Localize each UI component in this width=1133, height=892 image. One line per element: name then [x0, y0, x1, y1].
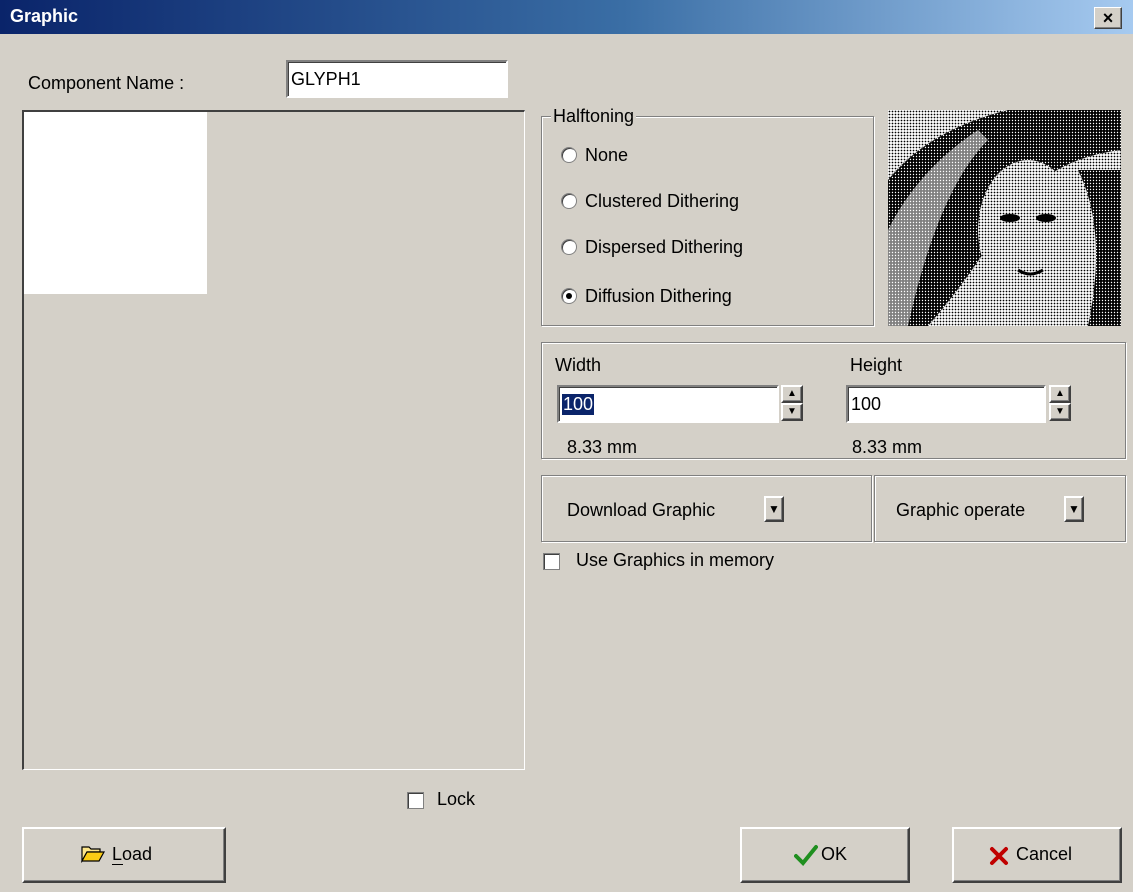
download-graphic-button[interactable]: Download Graphic ▼ [557, 494, 785, 526]
spin-up-icon: ▲ [787, 388, 797, 399]
operate-dropdown-arrow[interactable]: ▼ [1064, 496, 1084, 522]
folder-open-icon [80, 843, 106, 868]
lock-checkbox[interactable] [407, 792, 424, 809]
graphic-preview-panel [22, 110, 525, 770]
radio-none[interactable] [561, 147, 577, 163]
radio-clustered[interactable] [561, 193, 577, 209]
checkmark-icon [794, 844, 818, 871]
download-dropdown-arrow[interactable]: ▼ [764, 496, 784, 522]
width-mm: 8.33 mm [567, 437, 638, 457]
height-value: 100 [851, 394, 882, 414]
graphic-operate-label: Graphic operate [896, 500, 1026, 520]
radio-diffusion-label: Diffusion Dithering [585, 286, 732, 306]
spin-down-icon: ▼ [787, 406, 797, 417]
use-graphics-memory-label: Use Graphics in memory [576, 550, 775, 570]
height-spin-down[interactable]: ▼ [1049, 403, 1071, 421]
load-mnemonic-underline [112, 864, 123, 865]
x-mark-icon [989, 846, 1009, 871]
graphic-preview-canvas [24, 112, 207, 294]
chevron-down-icon: ▼ [1068, 502, 1080, 516]
title-bar: Graphic × [0, 0, 1133, 34]
lock-text: Lock [437, 789, 476, 809]
graphic-operate-button[interactable]: Graphic operate ▼ [888, 494, 1086, 526]
chevron-down-icon: ▼ [768, 502, 780, 516]
halftoning-legend: Halftoning [551, 106, 637, 127]
height-spin-up[interactable]: ▲ [1049, 385, 1071, 403]
width-label: Width [555, 355, 602, 375]
width-spin-down[interactable]: ▼ [781, 403, 803, 421]
halftone-sample-svg [888, 110, 1121, 326]
close-button[interactable]: × [1094, 7, 1122, 29]
width-input[interactable]: 100 [557, 385, 779, 423]
width-spin-up[interactable]: ▲ [781, 385, 803, 403]
radio-dispersed-label: Dispersed Dithering [585, 237, 744, 257]
spin-down-icon: ▼ [1055, 406, 1065, 417]
download-graphic-label: Download Graphic [567, 500, 716, 520]
component-name-label: Component Name : [28, 73, 185, 93]
radio-dispersed[interactable] [561, 239, 577, 255]
component-name-input[interactable] [286, 60, 508, 98]
cancel-label: Cancel [1016, 844, 1073, 864]
radio-clustered-label: Clustered Dithering [585, 191, 740, 211]
height-mm: 8.33 mm [852, 437, 923, 457]
window-title: Graphic [10, 6, 79, 26]
load-button[interactable]: Load [22, 827, 226, 883]
use-graphics-memory-checkbox[interactable] [543, 553, 560, 570]
width-value: 100 [562, 394, 595, 415]
spin-up-icon: ▲ [1055, 388, 1065, 399]
radio-none-label: None [585, 145, 629, 165]
height-input[interactable]: 100 [846, 385, 1046, 423]
cancel-button[interactable]: Cancel [952, 827, 1122, 883]
radio-diffusion[interactable] [561, 288, 577, 304]
halftone-sample-image [888, 110, 1121, 326]
ok-label: OK [821, 844, 848, 864]
load-label: Load [112, 844, 153, 864]
close-icon: × [1102, 8, 1114, 28]
height-label: Height [850, 355, 903, 375]
ok-button[interactable]: OK [740, 827, 910, 883]
